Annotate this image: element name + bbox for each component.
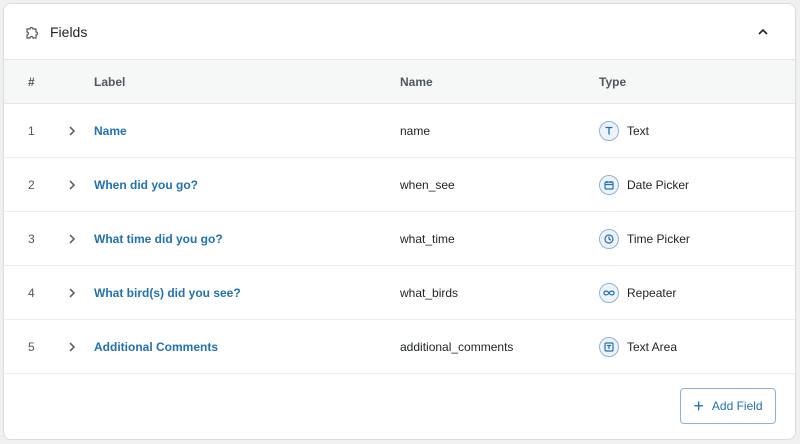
header-type: Type bbox=[599, 74, 627, 89]
panel-header: Fields bbox=[4, 4, 795, 60]
type-label: Repeater bbox=[627, 285, 677, 300]
chevron-right-icon bbox=[69, 287, 76, 298]
row-num: 2 bbox=[28, 177, 35, 192]
type-label: Text bbox=[627, 123, 650, 138]
expand-button[interactable] bbox=[66, 125, 78, 137]
panel-footer: + Add Field bbox=[4, 373, 795, 439]
expand-button[interactable] bbox=[66, 287, 78, 299]
field-name: name bbox=[400, 123, 431, 138]
chevron-right-icon bbox=[69, 341, 76, 352]
field-name: additional_comments bbox=[400, 339, 514, 354]
field-type: Text Area bbox=[599, 336, 678, 357]
fields-panel: Fields # Label Name Type 1 Name name Tex… bbox=[3, 3, 796, 440]
type-label: Text Area bbox=[627, 339, 678, 354]
add-field-label: Add Field bbox=[711, 399, 763, 413]
table-row: 3 What time did you go? what_time Time P… bbox=[4, 212, 795, 266]
field-label-link[interactable]: Additional Comments bbox=[94, 340, 218, 354]
field-name: what_time bbox=[400, 231, 455, 246]
calendar-icon bbox=[599, 174, 619, 195]
field-label-link[interactable]: When did you go? bbox=[94, 178, 198, 192]
panel-title: Fields bbox=[50, 23, 88, 40]
table-row: 1 Name name Text bbox=[4, 104, 795, 158]
table-row: 4 What bird(s) did you see? what_birds R… bbox=[4, 266, 795, 320]
table-row: 2 When did you go? when_see Date Picker bbox=[4, 158, 795, 212]
table-row: 5 Additional Comments additional_comment… bbox=[4, 320, 795, 374]
table-header: # Label Name Type bbox=[4, 60, 795, 104]
chevron-right-icon bbox=[69, 233, 76, 244]
row-num: 1 bbox=[28, 123, 35, 138]
field-label-link[interactable]: What time did you go? bbox=[94, 232, 223, 246]
field-label-link[interactable]: What bird(s) did you see? bbox=[94, 286, 241, 300]
plus-icon: + bbox=[693, 396, 704, 416]
infinity-icon bbox=[599, 282, 619, 303]
puzzle-icon bbox=[24, 23, 42, 41]
chevron-up-icon bbox=[758, 28, 768, 35]
collapse-button[interactable] bbox=[751, 20, 775, 44]
chevron-right-icon bbox=[69, 125, 76, 136]
field-type: Time Picker bbox=[599, 228, 690, 249]
header-num: # bbox=[28, 74, 35, 89]
field-name: when_see bbox=[400, 177, 455, 192]
expand-button[interactable] bbox=[66, 233, 78, 245]
field-type: Text bbox=[599, 120, 650, 141]
type-label: Date Picker bbox=[627, 177, 690, 192]
expand-button[interactable] bbox=[66, 179, 78, 191]
header-label: Label bbox=[94, 74, 126, 89]
field-type: Date Picker bbox=[599, 174, 690, 195]
type-label: Time Picker bbox=[627, 231, 690, 246]
row-num: 5 bbox=[28, 339, 35, 354]
field-name: what_birds bbox=[400, 285, 459, 300]
field-type: Repeater bbox=[599, 282, 677, 303]
textarea-icon bbox=[599, 336, 619, 357]
add-field-button[interactable]: + Add Field bbox=[680, 388, 776, 424]
text-type-icon bbox=[599, 120, 619, 141]
row-num: 3 bbox=[28, 231, 35, 246]
row-num: 4 bbox=[28, 285, 35, 300]
field-label-link[interactable]: Name bbox=[94, 124, 127, 138]
header-name: Name bbox=[400, 74, 433, 89]
chevron-right-icon bbox=[69, 179, 76, 190]
expand-button[interactable] bbox=[66, 341, 78, 353]
clock-icon bbox=[599, 228, 619, 249]
